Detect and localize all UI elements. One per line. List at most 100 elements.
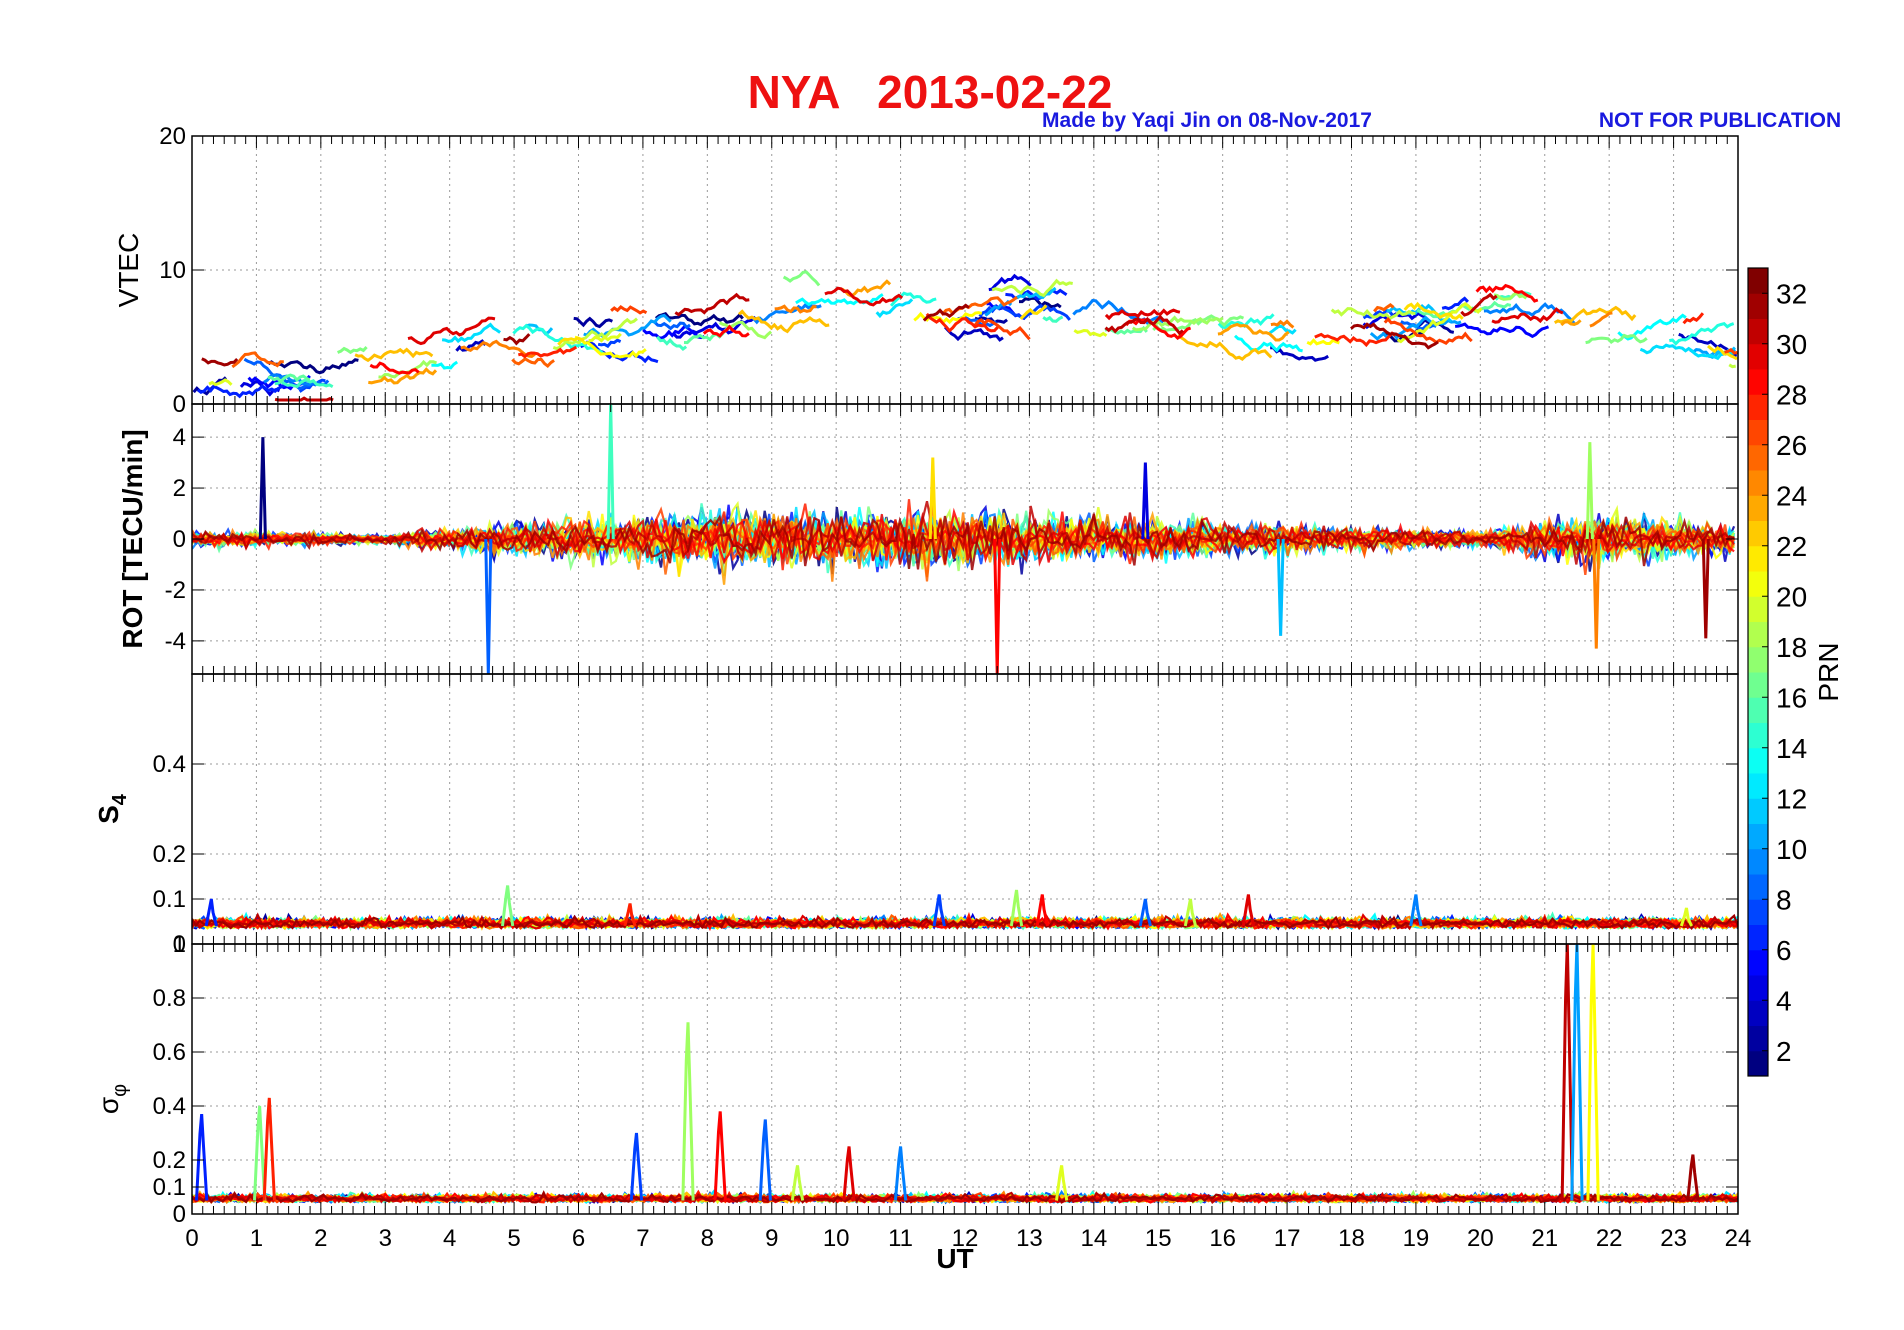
panel-sigma-phi: 00.10.2 0.4 0.6 0.8 1 σφ [93,931,1739,1228]
colorbar-segment [1748,848,1768,875]
y-axis-label-rot: ROT [TECU/min] [117,429,148,648]
colorbar-segment [1748,747,1768,774]
credit-text: Made by Yaqi Jin on 08-Nov-2017 [1042,109,1372,132]
colorbar-tick-label: 22 [1776,531,1807,562]
panel-vtec: 0 10 20 VTEC [113,123,1739,418]
y-tick-label: 0.6 [153,1039,186,1066]
prn-colorbar: 2468101214161820222426283032 [1747,267,1807,1077]
x-tick-label: 22 [1596,1225,1623,1252]
sigma-phi-spike [842,1146,856,1201]
y-tick-label: 0.2 [153,1147,186,1174]
vtec-trace-prn-5 [247,301,1550,391]
rot-spike [993,538,1002,674]
x-tick-label: 1 [250,1225,263,1252]
x-tick-label: 14 [1080,1225,1107,1252]
colorbar-tick-label: 12 [1776,783,1807,814]
colorbar-segment [1748,949,1768,976]
sigma-phi-spike [629,1132,644,1201]
colorbar-segment [1748,369,1768,395]
x-tick-label: 5 [507,1225,520,1252]
x-tick-label: 15 [1145,1225,1172,1252]
x-tick-label: 23 [1660,1225,1687,1252]
colorbar-segment [1748,419,1768,446]
colorbar-segment [1748,444,1768,471]
colorbar-segment [1748,394,1768,420]
x-axis-label: UT [936,1243,973,1274]
colorbar-segment [1748,798,1768,824]
colorbar-segment [1748,924,1768,951]
x-tick-label: 4 [443,1225,456,1252]
colorbar-tick-label: 20 [1776,581,1807,612]
rot-spike [1276,538,1285,636]
x-tick-label: 8 [701,1225,714,1252]
y-tick-label: 10 [159,257,186,284]
x-tick-label: 24 [1725,1225,1752,1252]
colorbar-tick-label: 14 [1776,733,1807,764]
y-tick-label: 0 [173,526,186,553]
y-tick-label: 4 [173,424,186,451]
y-axis-label-sigma-phi: σφ [93,1084,131,1114]
colorbar-segment [1748,1025,1768,1052]
colorbar-tick-label: 6 [1776,935,1792,966]
colorbar-tick-label: 30 [1776,329,1807,360]
colorbar-segment [1748,722,1768,749]
rot-spike [1701,538,1710,639]
y-tick-label: 0 [173,1201,186,1228]
sigma-phi-spike [252,1105,267,1201]
colorbar-tick-label: 4 [1776,985,1792,1016]
colorbar-segment [1748,268,1768,294]
y-tick-label: -4 [165,628,186,655]
sigma-phi-spike [1560,944,1574,1201]
x-tick-label: 2 [314,1225,327,1252]
x-tick-label: 13 [1016,1225,1043,1252]
colorbar-segment [1748,520,1768,547]
ionosphere-scintillation-figure: NYA 2013-02-22 Made by Yaqi Jin on 08-No… [93,66,1844,1274]
colorbar-segment [1748,343,1768,370]
not-for-publication-notice: NOT FOR PUBLICATION [1599,109,1841,132]
colorbar-segment [1748,571,1768,597]
panels-group: 01020VTEC-4-2024ROT [TECU/min]00.10.20.4… [93,123,1739,1228]
colorbar-tick-label: 10 [1776,834,1807,865]
sigma-phi-spike [1686,1154,1700,1201]
x-tick-label: 11 [888,1225,913,1252]
colorbar-segment [1748,1050,1768,1077]
colorbar-tick-label: 28 [1776,379,1807,410]
y-tick-label: 0 [173,391,186,418]
colorbar-segment [1748,318,1768,345]
colorbar-tick-label: 18 [1776,632,1807,663]
sigma-phi-spike [758,1119,772,1201]
x-tick-label: 21 [1531,1225,1558,1252]
colorbar-tick-label: 8 [1776,884,1792,915]
y-axis-label-s4: S4 [93,793,131,824]
y-tick-label: 20 [159,123,186,150]
y-tick-label: 0.4 [153,1093,186,1120]
colorbar-segment [1748,596,1768,622]
sigma-phi-spike [262,1097,276,1201]
grid-sigma-phi [192,944,1738,1214]
vtec-trace-prn-29 [369,283,1539,375]
colorbar-segment [1748,975,1768,1001]
traces-sigma-phi [192,944,1738,1205]
colorbar-segment [1748,495,1768,521]
x-tick-label: 0 [185,1225,198,1252]
colorbar-segment [1748,1000,1768,1026]
colorbar-segment [1748,545,1768,572]
colorbar-tick-label: 16 [1776,682,1807,713]
sigma-phi-spike [195,1113,209,1201]
colorbar-tick-label: 26 [1776,430,1807,461]
panel-rot: -4 -2 0 2 4 ROT [TECU/min] [117,403,1739,675]
y-tick-label: 0.4 [153,751,186,778]
x-tick-label: 16 [1209,1225,1236,1252]
colorbar-tick-label: 32 [1776,278,1807,309]
colorbar-segment [1748,874,1768,900]
colorbar-tick-label: 24 [1776,480,1807,511]
colorbar-segment [1748,470,1768,496]
y-tick-label: 0.8 [153,985,186,1012]
x-tick-label: 20 [1467,1225,1494,1252]
y-tick-label: 1 [173,931,186,958]
colorbar-segment [1748,646,1768,673]
colorbar-segment [1748,697,1768,723]
colorbar-tick-label: 2 [1776,1036,1792,1067]
y-tick-label: 0.1 [153,886,186,913]
colorbar-segment [1748,293,1768,319]
